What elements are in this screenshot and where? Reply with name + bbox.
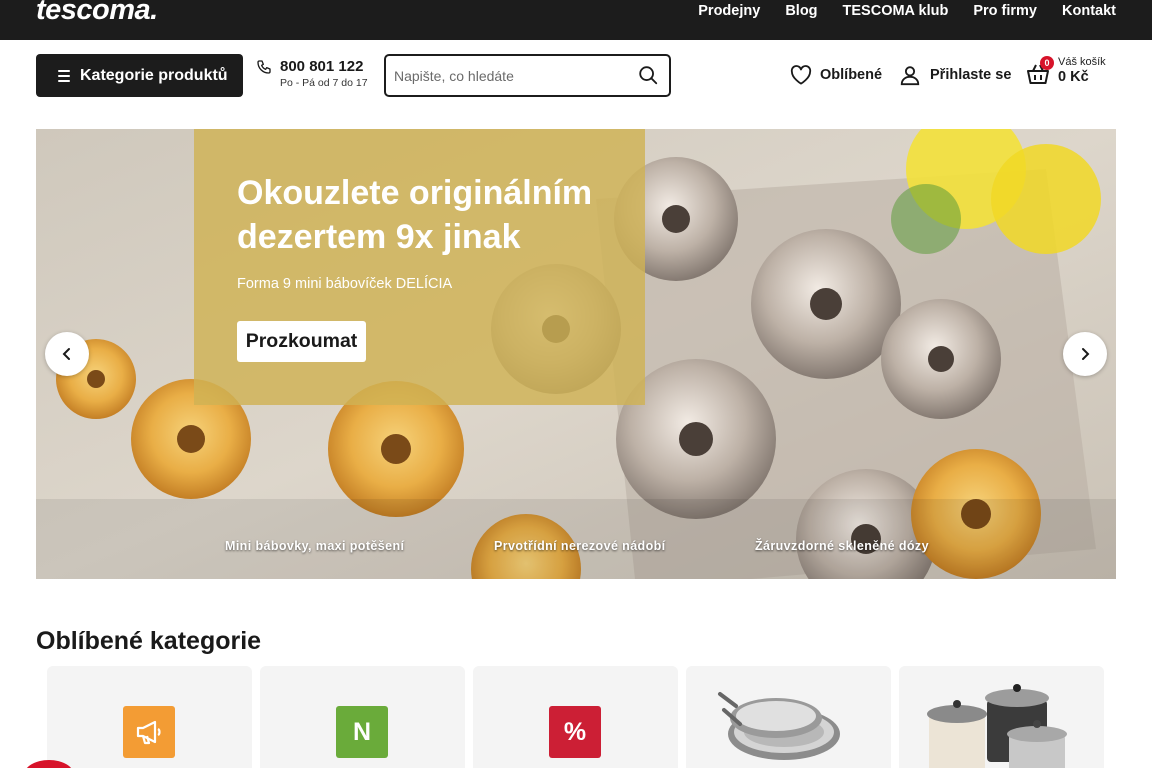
phone-icon xyxy=(257,60,271,74)
carousel-tab-sklenene-dozy[interactable]: Žáruvzdorné skleněné dózy xyxy=(755,539,929,553)
cart-label: Váš košík xyxy=(1058,56,1106,68)
user-icon xyxy=(900,66,920,86)
favorites-label: Oblíbené xyxy=(820,67,883,83)
heart-icon xyxy=(790,65,812,85)
popular-categories-title: Oblíbené kategorie xyxy=(36,627,262,655)
cart-count-badge: 0 xyxy=(1040,56,1054,70)
nav-link-kontakt[interactable]: Kontakt xyxy=(1062,3,1116,19)
hero-banner[interactable]: Okouzlete originálním dezertem 9x jinak … xyxy=(36,129,1116,579)
carousel-prev-button[interactable] xyxy=(45,332,89,376)
tescoma-logo[interactable]: tescoma. xyxy=(36,0,158,26)
category-card-pots[interactable] xyxy=(899,666,1104,768)
category-card-novinky-promo[interactable] xyxy=(47,666,252,768)
frying-pans-image xyxy=(718,692,840,760)
top-navigation: Prodejny Blog TESCOMA klub Pro firmy Kon… xyxy=(698,0,1116,22)
carousel-next-button[interactable] xyxy=(1063,332,1107,376)
phone-contact[interactable]: 800 801 122 Po - Pá od 7 do 17 xyxy=(256,58,368,89)
explore-button[interactable]: Prozkoumat xyxy=(237,321,366,362)
login-link[interactable]: Přihlaste se xyxy=(899,64,1011,86)
search-box xyxy=(384,54,671,97)
carousel-tab-nerezove-nadobi[interactable]: Prvotřídní nerezové nádobí xyxy=(494,539,666,553)
product-categories-button[interactable]: Kategorie produktů xyxy=(36,54,243,97)
top-bar: tescoma. Prodejny Blog TESCOMA klub Pro … xyxy=(0,0,1152,40)
hero-subtitle: Forma 9 mini bábovíček DELÍCIA xyxy=(237,276,453,292)
new-badge-icon: N xyxy=(336,706,388,758)
chevron-right-icon xyxy=(1082,348,1090,360)
hamburger-menu-icon xyxy=(58,69,70,82)
nav-link-prodejny[interactable]: Prodejny xyxy=(698,3,760,19)
nav-link-tescoma-klub[interactable]: TESCOMA klub xyxy=(843,3,949,19)
phone-hours: Po - Pá od 7 do 17 xyxy=(280,77,368,89)
percent-icon: % xyxy=(549,706,601,758)
login-label: Přihlaste se xyxy=(930,67,1012,83)
hero-title: Okouzlete originálním dezertem 9x jinak xyxy=(237,174,593,256)
favorites-link[interactable]: Oblíbené xyxy=(790,65,882,85)
nav-link-blog[interactable]: Blog xyxy=(785,3,817,19)
category-card-pans[interactable] xyxy=(686,666,891,768)
carousel-tab-mini-babovky[interactable]: Mini bábovky, maxi potěšení xyxy=(225,539,404,553)
cart-button[interactable]: 0 Váš košík 0 Kč xyxy=(1026,56,1106,86)
chevron-left-icon xyxy=(62,348,70,360)
basket-icon-wrapper: 0 xyxy=(1026,56,1054,86)
product-categories-label: Kategorie produktů xyxy=(80,66,228,84)
search-icon[interactable] xyxy=(637,64,659,86)
category-card-new[interactable]: N xyxy=(260,666,465,768)
cooking-pots-image xyxy=(927,684,1067,768)
search-input[interactable] xyxy=(394,65,624,87)
nav-link-pro-firmy[interactable]: Pro firmy xyxy=(973,3,1037,19)
phone-number: 800 801 122 xyxy=(280,58,364,75)
megaphone-icon xyxy=(123,706,175,758)
cart-price: 0 Kč xyxy=(1058,69,1089,85)
category-card-sale[interactable]: % xyxy=(473,666,678,768)
